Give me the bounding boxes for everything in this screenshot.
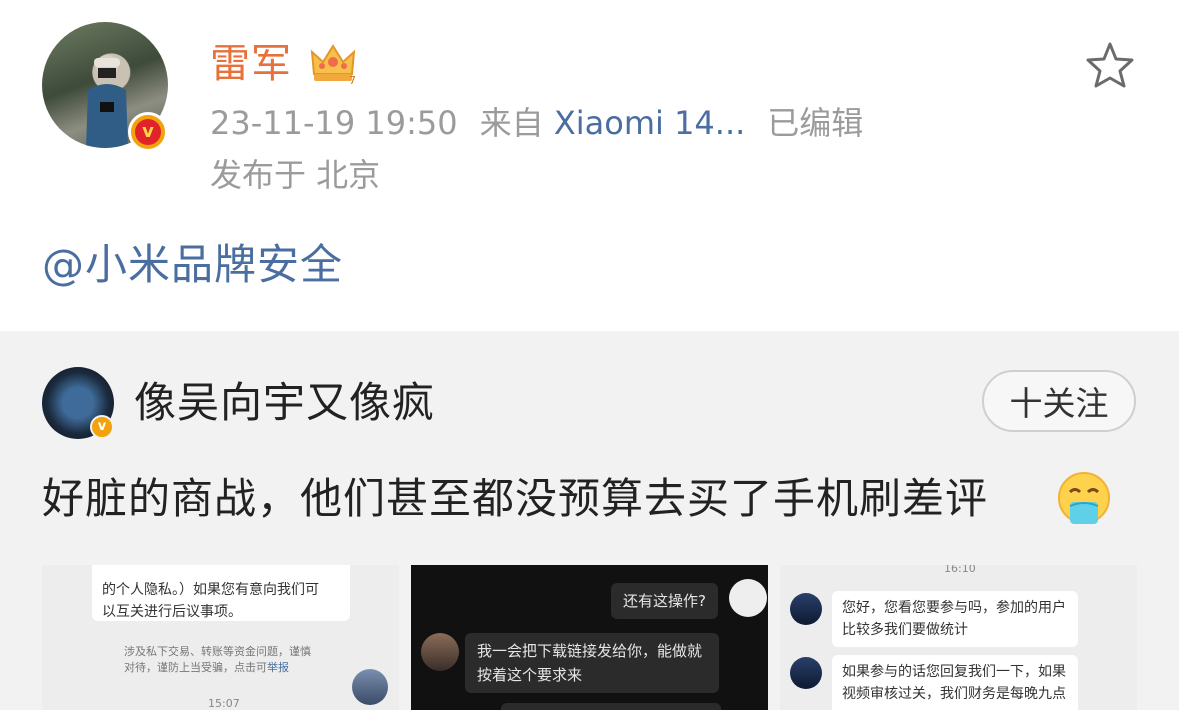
post-username[interactable]: 雷军: [210, 36, 292, 92]
edited-label[interactable]: 已编辑: [767, 104, 863, 142]
chat-avatar: [790, 657, 822, 689]
verified-badge-icon: v: [128, 112, 168, 152]
crown-icon[interactable]: 7: [308, 40, 358, 86]
chat-time: 16:10: [944, 565, 976, 575]
chat-bubble: 您好，您看您要参与吗，参加的用户 比较多我们要做统计: [832, 591, 1078, 647]
image-thumbnail-2[interactable]: 还有这操作? 我一会把下载链接发给你，能做就 按着这个要求来: [411, 565, 768, 710]
device-link[interactable]: Xiaomi 14...: [554, 104, 745, 142]
emoji-icon: [1058, 472, 1110, 524]
post-location: 发布于 北京: [210, 156, 381, 194]
chat-avatar: [352, 669, 388, 705]
star-icon[interactable]: [1084, 40, 1136, 90]
chat-bubble: 还有这操作?: [611, 583, 718, 619]
chat-bubble: 我一会把下载链接发给你，能做就 按着这个要求来: [465, 633, 719, 693]
chat-bubble: [501, 703, 721, 710]
follow-button[interactable]: 十关注: [982, 370, 1136, 432]
chat-bubble: 的个人隐私。）如果您有意向我们可 以互关进行后议事项。: [92, 565, 350, 621]
chat-avatar: [421, 633, 459, 671]
chat-time: 15:07: [208, 697, 240, 710]
repost-verified-badge-icon: v: [90, 415, 114, 439]
chat-bubble: 如果参与的话您回复我们一下，如果 视频审核过关，我们财务是每晚九点: [832, 655, 1078, 710]
repost-text: 好脏的商战，他们甚至都没预算去买了手机刷差评: [42, 474, 989, 523]
chat-text: 以互关进行后议事项。: [102, 604, 242, 620]
chat-avatar: [790, 593, 822, 625]
chat-avatar: [729, 579, 767, 617]
source-prefix: 来自: [479, 104, 544, 142]
post-meta: 23-11-19 19:50 来自 Xiaomi 14... 已编辑: [210, 100, 863, 146]
chat-text: 的个人隐私。）如果您有意向我们可: [102, 582, 319, 598]
safety-notice: 涉及私下交易、转账等资金问题，谨慎 对待，谨防上当受骗，点击可举报: [124, 645, 311, 674]
mention-link[interactable]: @小米品牌安全: [42, 236, 343, 294]
image-thumbnail-1[interactable]: 的个人隐私。）如果您有意向我们可 以互关进行后议事项。 涉及私下交易、转账等资金…: [42, 565, 399, 710]
post-datetime: 23-11-19 19:50: [210, 104, 458, 142]
image-thumbnail-3[interactable]: 16:10 您好，您看您要参与吗，参加的用户 比较多我们要做统计 如果参与的话您…: [780, 565, 1137, 710]
repost-username[interactable]: 像吴向宇又像疯: [134, 374, 435, 432]
svg-text:7: 7: [349, 74, 356, 86]
